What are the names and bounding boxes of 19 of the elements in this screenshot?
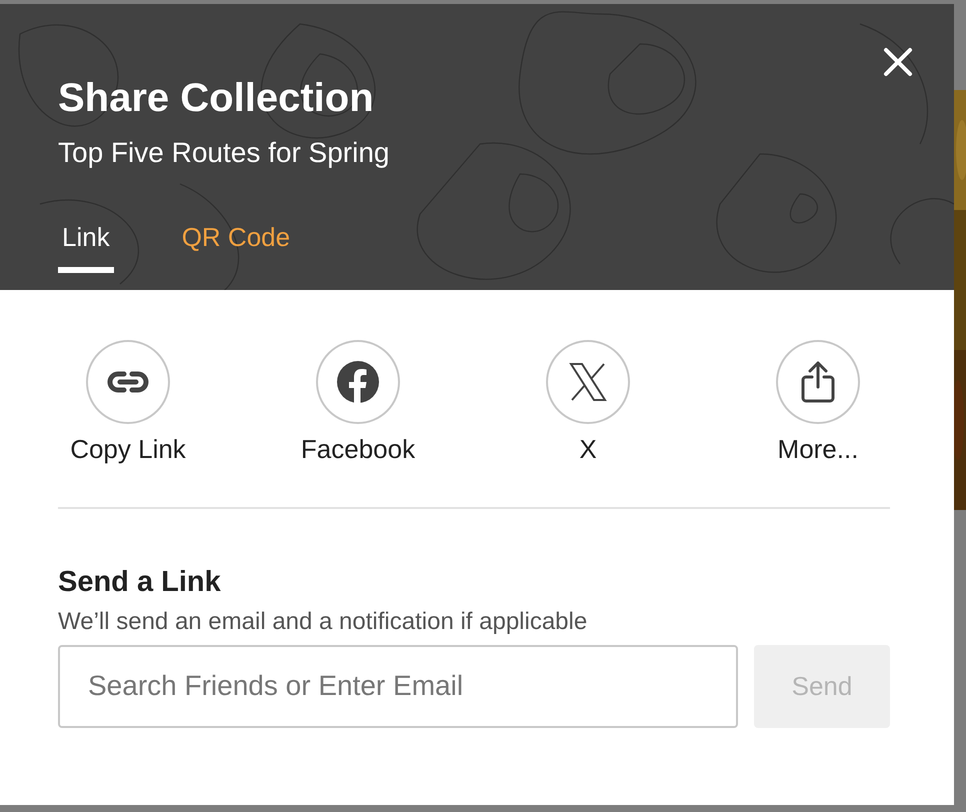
close-icon (882, 46, 914, 78)
share-option-label[interactable]: Copy Link (70, 434, 186, 466)
x-logo-icon (567, 361, 609, 403)
tab[interactable]: Link (58, 222, 114, 273)
share-option-label[interactable]: More... (778, 434, 858, 466)
tab[interactable]: QR Code (178, 222, 294, 273)
section-description: We’ll send an email and a notification if applicable (58, 608, 588, 637)
dialog-title: Share Collection (58, 75, 375, 122)
share-option-label[interactable]: Facebook (300, 434, 416, 466)
section-heading: Send a Link (58, 565, 222, 600)
share-option-button[interactable] (316, 340, 400, 424)
collection-name: Top Five Routes for Spring (58, 136, 390, 170)
share-option-button[interactable] (776, 340, 860, 424)
share-option-button[interactable] (86, 340, 170, 424)
email-search-field[interactable]: Search Friends or Enter Email (58, 644, 738, 728)
share-option-label[interactable]: X (579, 434, 597, 466)
share-option-button[interactable] (546, 340, 630, 424)
facebook-icon (336, 360, 380, 404)
close-button[interactable] (882, 46, 914, 78)
